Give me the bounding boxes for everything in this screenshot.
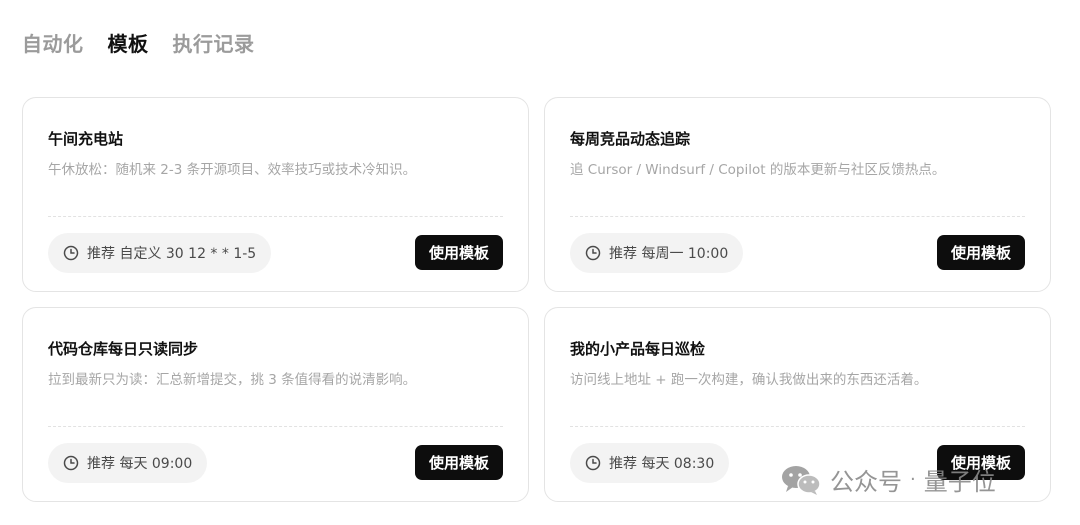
card-title: 每周竞品动态追踪	[570, 130, 691, 148]
schedule-badge: 推荐 每天 09:00	[48, 443, 208, 483]
use-template-button[interactable]: 使用模板	[414, 235, 503, 270]
schedule-text: 推荐 每周一 10:00	[609, 246, 729, 262]
clock-icon	[585, 245, 601, 261]
clock-icon	[63, 245, 79, 261]
tab-automation[interactable]: 自动化	[22, 28, 84, 57]
schedule-badge: 推荐 自定义 30 12 * * 1-5	[48, 233, 272, 273]
template-card: 每周竞品动态追踪 追 Cursor / Windsurf / Copilot 的…	[544, 97, 1051, 292]
clock-icon	[585, 455, 601, 471]
watermark: 公众号 · 量子位	[780, 462, 996, 497]
card-title: 午间充电站	[48, 130, 124, 148]
tab-bar: 自动化 模板 执行记录	[22, 28, 255, 57]
schedule-text: 推荐 自定义 30 12 * * 1-5	[87, 246, 257, 262]
card-description: 午休放松：随机来 2-3 条开源项目、效率技巧或技术冷知识。	[48, 162, 417, 178]
tab-templates[interactable]: 模板	[108, 28, 149, 57]
card-title: 我的小产品每日巡检	[570, 340, 706, 358]
use-template-button[interactable]: 使用模板	[936, 235, 1025, 270]
card-divider	[48, 216, 503, 217]
template-card: 午间充电站 午休放松：随机来 2-3 条开源项目、效率技巧或技术冷知识。 推荐 …	[22, 97, 529, 292]
schedule-text: 推荐 每天 09:00	[87, 456, 193, 472]
schedule-badge: 推荐 每周一 10:00	[570, 233, 744, 273]
card-divider	[48, 426, 503, 427]
card-title: 代码仓库每日只读同步	[48, 340, 199, 358]
card-description: 追 Cursor / Windsurf / Copilot 的版本更新与社区反馈…	[570, 162, 946, 178]
card-divider	[570, 426, 1025, 427]
schedule-badge: 推荐 每天 08:30	[570, 443, 730, 483]
watermark-prefix: 公众号	[830, 468, 902, 496]
clock-icon	[63, 455, 79, 471]
card-description: 拉到最新只为读：汇总新增提交，挑 3 条值得看的说清影响。	[48, 372, 417, 388]
card-divider	[570, 216, 1025, 217]
template-card: 代码仓库每日只读同步 拉到最新只为读：汇总新增提交，挑 3 条值得看的说清影响。…	[22, 307, 529, 502]
watermark-name: 量子位	[923, 468, 996, 496]
card-description: 访问线上地址 + 跑一次构建，确认我做出来的东西还活着。	[570, 372, 928, 388]
tab-execution-log[interactable]: 执行记录	[173, 28, 255, 57]
wechat-icon	[782, 465, 821, 495]
watermark-separator: ·	[910, 469, 916, 490]
use-template-button[interactable]: 使用模板	[414, 445, 503, 480]
schedule-text: 推荐 每天 08:30	[609, 456, 715, 472]
